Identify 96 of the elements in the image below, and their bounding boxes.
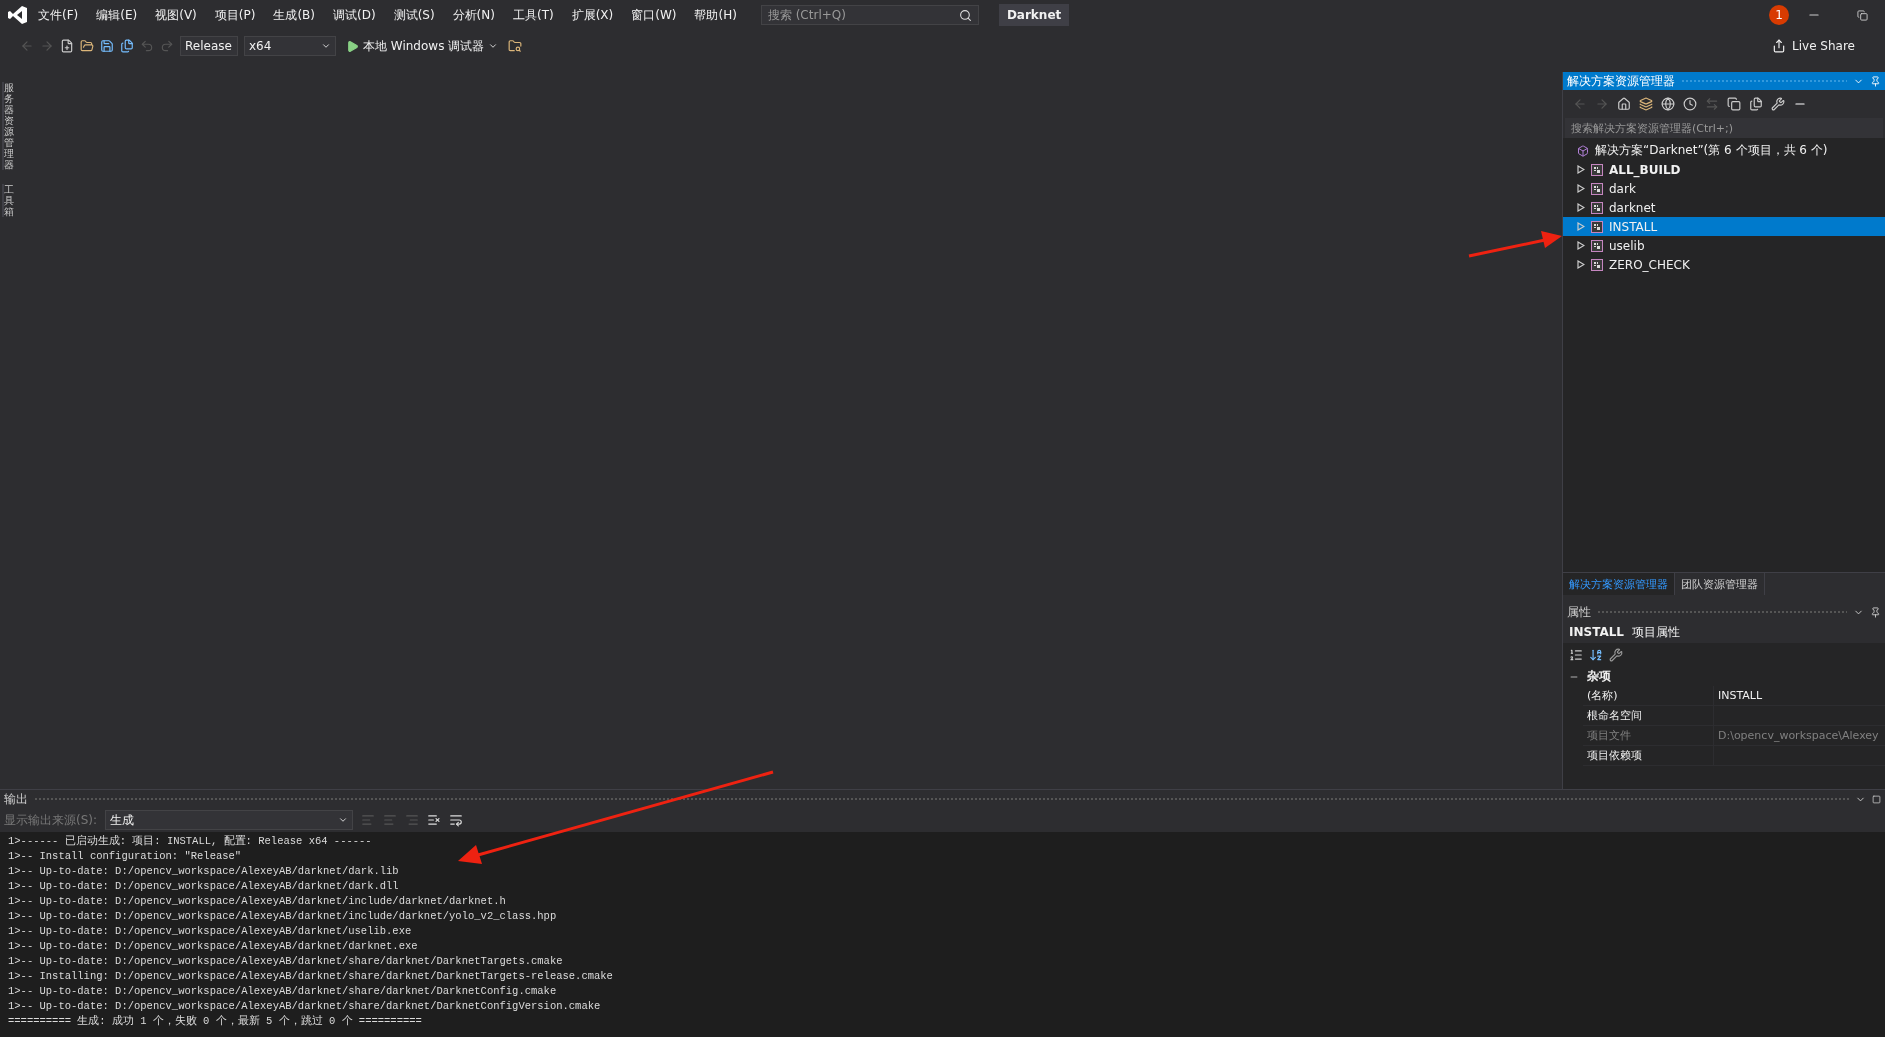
output-line: 1>-- Up-to-date: D:/opencv_workspace/AlexeyAB/darknet/share/darknet/DarknetTargets.cmake	[8, 954, 564, 969]
tree-item[interactable]: INSTALL	[1563, 217, 1885, 236]
maximize-icon[interactable]	[1872, 794, 1881, 804]
history-icon[interactable]	[1683, 97, 1697, 111]
save-icon[interactable]	[100, 39, 114, 53]
home-icon[interactable]	[1617, 97, 1631, 111]
menu-item[interactable]: 窗口(W)	[623, 6, 685, 24]
search-icon[interactable]	[958, 8, 972, 22]
object-type: 项目属性	[1632, 623, 1680, 641]
output-line: 1>-- Up-to-date: D:/opencv_workspace/AlexeyAB/darknet/share/darknet/DarknetConfig.cmake	[8, 984, 558, 999]
clear-all-icon[interactable]	[427, 813, 442, 827]
solution-icon	[1577, 144, 1589, 157]
notification-badge[interactable]: 1	[1769, 5, 1789, 25]
categorized-icon[interactable]	[1569, 648, 1583, 662]
output-line: 1>-- Up-to-date: D:/opencv_workspace/AlexeyAB/darknet/dark.lib	[8, 864, 400, 879]
project-icon	[1591, 239, 1603, 252]
menu-item[interactable]: 文件(F)	[30, 6, 87, 24]
expand-icon[interactable]	[1577, 260, 1585, 269]
tree-item[interactable]: 解决方案“Darknet”(第 6 个项目，共 6 个)	[1595, 142, 1828, 159]
output-line: 1>-- Up-to-date: D:/opencv_workspace/AlexeyAB/darknet/darknet.exe	[8, 939, 419, 954]
search-field[interactable]: 搜索 (Ctrl+Q)	[760, 5, 979, 25]
output-source-dropdown[interactable]: 生成	[105, 810, 354, 830]
app-logo-icon	[8, 5, 28, 25]
property-name: 根命名空间	[1586, 708, 1643, 724]
object-name: INSTALL	[1569, 625, 1624, 639]
platform-dropdown[interactable]: x64	[244, 36, 336, 56]
tree-item[interactable]: ALL_BUILD	[1563, 160, 1885, 179]
show-all-icon[interactable]	[1749, 97, 1763, 111]
category-label: 杂项	[1587, 668, 1611, 685]
globe-icon[interactable]	[1661, 97, 1675, 111]
output-line: 1>------ 已启动生成: 项目: INSTALL, 配置: Release x64 ------	[8, 834, 373, 849]
project-icon	[1591, 201, 1603, 214]
play-icon[interactable]	[346, 39, 359, 53]
output-line: 1>-- Up-to-date: D:/opencv_workspace/AlexeyAB/darknet/uselib.exe	[8, 924, 413, 939]
output-source-label: 显示输出来源(S):	[4, 811, 98, 829]
project-icon	[1591, 182, 1603, 195]
expand-icon[interactable]	[1577, 184, 1585, 193]
property-name: 项目依赖项	[1586, 748, 1643, 764]
panel-tab[interactable]: 解决方案资源管理器	[1563, 573, 1675, 595]
properties-icon[interactable]	[1771, 97, 1785, 111]
expand-icon[interactable]	[1577, 203, 1585, 212]
property-pages-icon[interactable]	[1609, 648, 1623, 662]
window-title: Darknet	[998, 4, 1070, 26]
side-tab[interactable]: 工具箱	[2, 184, 14, 217]
panel-title: 解决方案资源管理器	[1563, 72, 1885, 90]
word-wrap-icon[interactable]	[449, 813, 464, 827]
output-line: 1>-- Up-to-date: D:/opencv_workspace/AlexeyAB/darknet/dark.dll	[8, 879, 400, 894]
new-project-icon[interactable]	[60, 39, 74, 53]
panel-tab[interactable]: 团队资源管理器	[1675, 573, 1765, 595]
menu-item[interactable]: 生成(B)	[265, 6, 323, 24]
collapse-icon[interactable]	[1727, 97, 1741, 111]
property-name: 项目文件	[1586, 728, 1632, 744]
project-icon	[1591, 258, 1603, 271]
menu-item[interactable]: 项目(P)	[206, 6, 264, 24]
output-line: 1>-- Up-to-date: D:/opencv_workspace/AlexeyAB/darknet/include/darknet/yolo_v2_class.hpp	[8, 909, 558, 924]
property-value: D:\opencv_workspace\Alexey	[1713, 726, 1885, 745]
menu-item[interactable]: 视图(V)	[147, 6, 205, 24]
tree-item[interactable]: ZERO_CHECK	[1563, 255, 1885, 274]
restore-icon[interactable]	[1856, 9, 1868, 21]
output-line: 1>-- Up-to-date: D:/opencv_workspace/AlexeyAB/darknet/include/darknet/darknet.h	[8, 894, 507, 909]
switch-icon[interactable]	[1705, 97, 1719, 111]
pin-icon[interactable]	[1870, 75, 1881, 87]
pin-icon[interactable]	[1870, 606, 1881, 618]
output-line: 1>-- Install configuration: "Release"	[8, 849, 243, 864]
share-icon[interactable]	[1772, 39, 1787, 53]
search-field[interactable]: 搜索解决方案资源管理器(Ctrl+;)	[1565, 118, 1883, 138]
property-value: INSTALL	[1713, 686, 1885, 705]
expand-icon[interactable]	[1577, 165, 1585, 174]
menu-item[interactable]: 扩展(X)	[563, 6, 622, 24]
project-icon	[1591, 163, 1603, 176]
tree-item[interactable]: uselib	[1563, 236, 1885, 255]
configuration-dropdown[interactable]: Release	[180, 36, 238, 56]
menu-item[interactable]: 测试(S)	[385, 6, 443, 24]
sort-alphabetical-icon[interactable]	[1589, 648, 1603, 662]
find-in-files-icon[interactable]	[508, 39, 523, 53]
output-line: ========== 生成: 成功 1 个，失败 0 个，最新 5 个，跳过 0 个 ==========	[8, 1014, 423, 1029]
side-tab[interactable]: 服务器资源管理器	[2, 82, 14, 170]
caret-icon[interactable]	[338, 815, 349, 825]
start-debugging-button[interactable]: 本地 Windows 调试器	[342, 37, 503, 55]
caret-icon[interactable]	[488, 41, 499, 51]
caret-icon[interactable]	[321, 41, 331, 51]
property-name: (名称)	[1586, 688, 1619, 704]
live-share-button[interactable]: Live Share	[1772, 39, 1855, 53]
tree-item[interactable]: dark	[1563, 179, 1885, 198]
output-line: 1>-- Installing: D:/opencv_workspace/AlexeyAB/darknet/share/darknet/DarknetTargets-release.cmake	[8, 969, 614, 984]
menu-item[interactable]: 帮助(H)	[686, 6, 745, 24]
tree-item[interactable]: darknet	[1563, 198, 1885, 217]
menu-item[interactable]: 工具(T)	[504, 6, 562, 24]
menu-item[interactable]: 分析(N)	[444, 6, 503, 24]
menu-item[interactable]: 编辑(E)	[88, 6, 146, 24]
output-line: 1>-- Up-to-date: D:/opencv_workspace/AlexeyAB/darknet/share/darknet/DarknetConfigVersion.cmake	[8, 999, 602, 1014]
project-icon	[1591, 220, 1603, 233]
menu-item[interactable]: 调试(D)	[325, 6, 384, 24]
save-all-icon[interactable]	[120, 39, 134, 53]
expand-icon[interactable]	[1577, 241, 1585, 250]
open-folder-icon[interactable]	[80, 39, 94, 53]
